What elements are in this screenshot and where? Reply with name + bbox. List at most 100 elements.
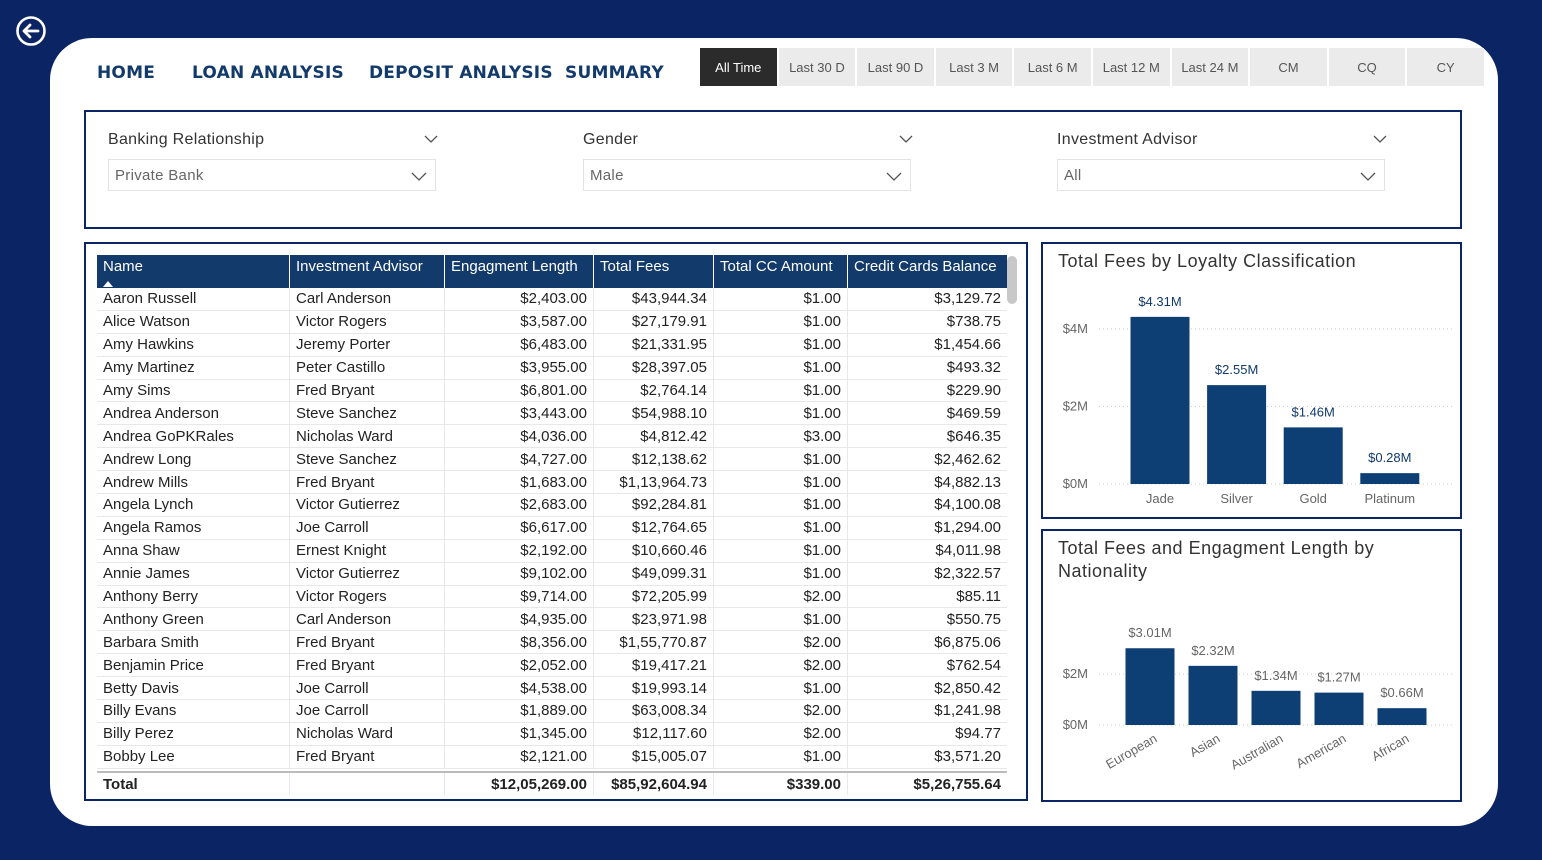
table-row[interactable]: Andrea Anderson Steve Sanchez $3,443.00 $54… xyxy=(97,402,1007,426)
nav-deposit-analysis[interactable]: DEPOSIT ANALYSIS xyxy=(369,63,553,83)
investment-advisor-dropdown[interactable]: All xyxy=(1057,159,1385,191)
bar-silver[interactable] xyxy=(1207,385,1267,484)
column-header-name[interactable]: Name xyxy=(97,255,290,288)
cell-total-cc-amount: $2.00 xyxy=(714,631,848,654)
bar-european[interactable] xyxy=(1125,648,1175,725)
nationality-fees-chart: Total Fees and Engagment Length by Natio… xyxy=(1041,529,1462,802)
nav-loan-analysis[interactable]: LOAN ANALYSIS xyxy=(192,63,344,83)
column-header-credit-cards-balance[interactable]: Credit Cards Balance xyxy=(848,255,1007,288)
x-category-label: American xyxy=(1293,731,1348,771)
cell-total-fees: $72,205.99 xyxy=(594,585,714,608)
period-last-24-m[interactable]: Last 24 M xyxy=(1171,48,1249,86)
cell-total-fees: $12,138.62 xyxy=(594,448,714,471)
period-last-12-m[interactable]: Last 12 M xyxy=(1092,48,1170,86)
table-row[interactable]: Amy Sims Fred Bryant $6,801.00 $2,764.14 $1.… xyxy=(97,379,1007,403)
loyalty-fees-chart: Total Fees by Loyalty Classification $0M… xyxy=(1041,242,1462,519)
table-scrollbar[interactable] xyxy=(1007,256,1017,304)
cell-investment-advisor: Victor Gutierrez xyxy=(290,494,445,516)
bar-gold[interactable] xyxy=(1283,427,1343,484)
cell-name: Bobby Lee xyxy=(97,745,290,768)
chevron-down-icon[interactable] xyxy=(1373,132,1387,146)
period-all-time[interactable]: All Time xyxy=(700,48,777,86)
period-cy[interactable]: CY xyxy=(1407,48,1484,86)
nav-summary[interactable]: SUMMARY xyxy=(565,63,664,83)
cell-credit-cards-balance: $4,100.08 xyxy=(934,496,1001,514)
cell-engagment-length: $1,889.00 xyxy=(445,700,594,722)
cell-credit-cards-balance: $1,454.66 xyxy=(934,336,1001,354)
table-row[interactable]: Amy Martinez Peter Castillo $3,955.00 $28,3… xyxy=(97,356,1007,380)
cell-engagment-length: $2,192.00 xyxy=(445,539,594,562)
bar-african[interactable] xyxy=(1377,708,1427,725)
table-row[interactable]: Amy Hawkins Jeremy Porter $6,483.00 $21,331… xyxy=(97,333,1007,357)
table-row[interactable]: Alice Watson Victor Rogers $3,587.00 $27,17… xyxy=(97,310,1007,334)
column-header-total-cc-amount[interactable]: Total CC Amount xyxy=(714,255,848,288)
cell-investment-advisor: Joe Carroll xyxy=(290,700,445,722)
cell-investment-advisor: Victor Rogers xyxy=(290,310,445,333)
total-credit-cards-balance: $5,26,755.64 xyxy=(913,775,1001,793)
back-button[interactable] xyxy=(15,15,47,47)
cell-name: Andrea Anderson xyxy=(97,402,290,425)
table-row[interactable]: Anthony Berry Victor Rogers $9,714.00 $72,2… xyxy=(97,585,1007,609)
bar-australian[interactable] xyxy=(1251,690,1301,725)
cell-investment-advisor: Fred Bryant xyxy=(290,471,445,494)
gender-dropdown[interactable]: Male xyxy=(583,159,911,191)
table-row[interactable]: Annie James Victor Gutierrez $9,102.00 $49,… xyxy=(97,562,1007,586)
table-row[interactable]: Andrew Long Steve Sanchez $4,727.00 $12,138… xyxy=(97,448,1007,472)
filter-label: Banking Relationship xyxy=(108,131,265,148)
bar-platinum[interactable] xyxy=(1360,473,1420,484)
cell-name: Angela Ramos xyxy=(97,516,290,539)
column-header-total-fees[interactable]: Total Fees xyxy=(594,255,714,288)
table-row[interactable]: Aaron Russell Carl Anderson $2,403.00 $43,9… xyxy=(97,288,1007,311)
back-arrow-circle-icon xyxy=(16,16,46,46)
cell-total-fees: $54,988.10 xyxy=(594,402,714,425)
table-row[interactable]: Bobby Lee Fred Bryant $2,121.00 $15,005.07 $… xyxy=(97,745,1007,769)
bar-value-label: $1.46M xyxy=(1292,404,1335,419)
x-category-label: European xyxy=(1103,731,1159,772)
cell-name: Anthony Green xyxy=(97,608,290,631)
period-last-30-d[interactable]: Last 30 D xyxy=(778,48,856,86)
cell-credit-cards-balance: $6,875.06 xyxy=(934,633,1001,651)
cell-investment-advisor: Victor Gutierrez xyxy=(290,562,445,585)
table-row[interactable]: Andrea GoPKRales Nicholas Ward $4,036.00 $4… xyxy=(97,425,1007,449)
table-row[interactable]: Anna Shaw Ernest Knight $2,192.00 $10,660.4… xyxy=(97,539,1007,563)
period-last-6-m[interactable]: Last 6 M xyxy=(1014,48,1091,86)
cell-total-fees: $21,331.95 xyxy=(594,333,714,356)
cell-investment-advisor: Peter Castillo xyxy=(290,356,445,379)
table-row[interactable]: Betty Davis Joe Carroll $4,538.00 $19,993.1… xyxy=(97,677,1007,701)
bar-jade[interactable] xyxy=(1130,316,1190,484)
cell-name: Andrea GoPKRales xyxy=(97,425,290,448)
cell-name: Anthony Berry xyxy=(97,585,290,608)
table-row[interactable]: Angela Lynch Victor Gutierrez $2,683.00 $92… xyxy=(97,494,1007,517)
period-last-3-m[interactable]: Last 3 M xyxy=(935,48,1013,86)
cell-credit-cards-balance: $4,882.13 xyxy=(934,473,1001,491)
table-row[interactable]: Benjamin Price Fred Bryant $2,052.00 $19,41… xyxy=(97,654,1007,678)
table-row[interactable]: Andrew Mills Fred Bryant $1,683.00 $1,13,96… xyxy=(97,471,1007,495)
cell-total-fees: $15,005.07 xyxy=(594,745,714,768)
period-cq[interactable]: CQ xyxy=(1328,48,1406,86)
cell-investment-advisor: Carl Anderson xyxy=(290,608,445,631)
table-row[interactable]: Angela Ramos Joe Carroll $6,617.00 $12,764.… xyxy=(97,516,1007,540)
bar-american[interactable] xyxy=(1314,692,1364,725)
cell-total-cc-amount: $1.00 xyxy=(714,333,848,356)
table-row[interactable]: Anthony Green Carl Anderson $4,935.00 $23,9… xyxy=(97,608,1007,632)
period-last-90-d[interactable]: Last 90 D xyxy=(857,48,934,86)
column-header-engagment-length[interactable]: Engagment Length xyxy=(445,255,594,288)
cell-name: Angela Lynch xyxy=(97,494,290,516)
chevron-down-icon xyxy=(1360,172,1376,181)
chevron-down-icon[interactable] xyxy=(424,132,438,146)
cell-investment-advisor: Nicholas Ward xyxy=(290,722,445,745)
bar-value-label: $2.55M xyxy=(1215,362,1258,377)
cell-engagment-length: $2,121.00 xyxy=(445,745,594,768)
bar-asian[interactable] xyxy=(1188,665,1238,725)
chevron-down-icon[interactable] xyxy=(899,132,913,146)
period-cm[interactable]: CM xyxy=(1250,48,1327,86)
cell-total-fees: $92,284.81 xyxy=(594,494,714,516)
table-row[interactable]: Barbara Smith Fred Bryant $8,356.00 $1,55,7… xyxy=(97,631,1007,655)
nav-home[interactable]: HOME xyxy=(97,63,155,83)
banking-relationship-dropdown[interactable]: Private Bank xyxy=(108,159,436,191)
customer-table-panel: Name Investment Advisor Engagment Length… xyxy=(84,242,1028,801)
table-row[interactable]: Billy Evans Joe Carroll $1,889.00 $63,008.3… xyxy=(97,700,1007,723)
column-header-investment-advisor[interactable]: Investment Advisor xyxy=(290,255,445,288)
cell-investment-advisor: Fred Bryant xyxy=(290,745,445,768)
table-row[interactable]: Billy Perez Nicholas Ward $1,345.00 $12,117… xyxy=(97,722,1007,746)
